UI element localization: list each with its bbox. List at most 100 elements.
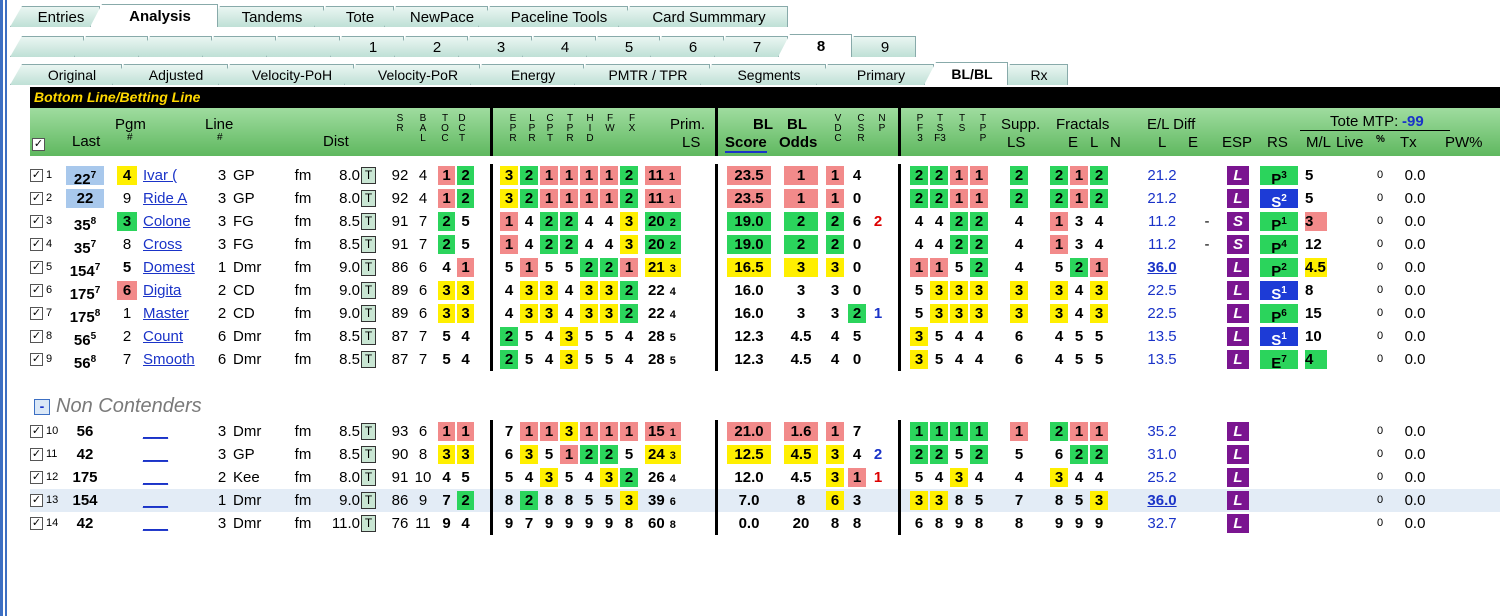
row-checkbox[interactable]: ✓ <box>30 517 43 530</box>
t-box[interactable]: T <box>361 167 376 184</box>
tab-adjusted[interactable]: Adjusted <box>112 64 228 85</box>
row-checkbox[interactable]: ✓ <box>30 448 43 461</box>
horse-name-link[interactable]: Cross <box>143 235 205 254</box>
tab-race-blank[interactable] <box>202 36 276 57</box>
tab-analysis[interactable]: Analysis <box>90 4 218 27</box>
tab-race-4[interactable]: 4 <box>522 36 596 57</box>
tab-energy[interactable]: Energy <box>470 64 584 85</box>
t-box[interactable]: T <box>361 213 376 230</box>
row-checkbox[interactable]: ✓ <box>30 169 43 182</box>
table-row[interactable]: ✓ 3 358 3 Colone 3 FG fm 8.5 T 91 7 2 5 1 4 2 2 4 4 3 20 2 19.0… <box>30 210 1500 234</box>
row-checkbox[interactable]: ✓ <box>30 471 43 484</box>
horse-name-link[interactable]: Master <box>143 304 205 323</box>
tab-original[interactable]: Original <box>10 64 122 85</box>
row-checkbox[interactable]: ✓ <box>30 284 43 297</box>
header-last: Last <box>72 133 101 150</box>
tab-velocity-por[interactable]: Velocity-PoR <box>344 64 480 85</box>
table-row[interactable]: ✓ 4 357 8 Cross 3 FG fm 8.5 T 91 7 2 5 1 4 2 2 4 4 3 20 2 19.0 2… <box>30 233 1500 257</box>
row-checkbox[interactable]: ✓ <box>30 425 43 438</box>
tab-race-blank[interactable] <box>74 36 148 57</box>
select-all-checkbox[interactable]: ✓ <box>32 138 45 151</box>
tab-race-2[interactable]: 2 <box>394 36 468 57</box>
table-row[interactable]: ✓ 11 42 ___ 3 GP fm 8.5 T 90 8 3 3 6 3 5 1 2 2 5 24 3 12.5 4.5 3… <box>30 443 1500 466</box>
row-checkbox[interactable]: ✓ <box>30 238 43 251</box>
horse-name-link[interactable]: ___ <box>143 468 205 487</box>
tab-card-summmary[interactable]: Card Summmary <box>618 6 788 27</box>
tab-entries[interactable]: Entries <box>10 6 100 27</box>
t-box[interactable]: T <box>361 236 376 253</box>
table-row[interactable]: ✓ 9 568 7 Smooth 6 Dmr fm 8.5 T 87 7 5 4 2 5 4 3 5 5 4 28 5 12.… <box>30 348 1500 372</box>
tab-race-8[interactable]: 8 <box>778 34 852 57</box>
horse-name-link[interactable]: Colone <box>143 212 205 231</box>
t-box[interactable]: T <box>361 446 376 463</box>
tab-velocity-poh[interactable]: Velocity-PoH <box>218 64 354 85</box>
tab-pmtr-tpr[interactable]: PMTR / TPR <box>574 64 710 85</box>
row-checkbox[interactable]: ✓ <box>30 215 43 228</box>
table-row[interactable]: ✓ 14 42 ___ 3 Dmr fm 11.0 T 76 11 9 4 9 7 9 9 9 9 8 60 8 0.0 20… <box>30 512 1500 535</box>
tab-bl-bl[interactable]: BL/BL <box>924 62 1008 85</box>
t-box[interactable]: T <box>361 328 376 345</box>
tab-race-blank[interactable] <box>266 36 340 57</box>
fractal-rank: 1 <box>1070 422 1088 441</box>
table-row[interactable]: ✓ 5 1547 5 Domest 1 Dmr fm 9.0 T 86 6 4 1 5 1 5 5 2 2 1 21 3 16… <box>30 256 1500 280</box>
horse-name-link[interactable]: ___ <box>143 514 205 533</box>
table-row[interactable]: ✓ 8 565 2 Count 6 Dmr fm 8.5 T 87 7 5 4 2 5 4 3 5 5 4 28 5 12.3… <box>30 325 1500 349</box>
pace-rank: 4 <box>974 328 984 345</box>
horse-name-link[interactable]: ___ <box>143 445 205 464</box>
table-row[interactable]: ✓ 12 175 ___ 2 Kee fm 8.0 T 91 10 4 5 5 4 3 5 4 3 2 26 4 12.0 4… <box>30 466 1500 489</box>
tab-race-7[interactable]: 7 <box>714 36 788 57</box>
t-box[interactable]: T <box>361 492 376 509</box>
collapse-button[interactable]: - <box>34 398 50 415</box>
table-row[interactable]: ✓ 10 56 ___ 3 Dmr fm 8.5 T 93 6 1 1 7 1 1 3 1 1 1 15 1 21.0 1.6… <box>30 420 1500 443</box>
dct-value: 3 <box>457 445 474 464</box>
horse-name-link[interactable]: Digita <box>143 281 205 300</box>
tab-primary[interactable]: Primary <box>816 64 934 85</box>
tab-race-9[interactable]: 9 <box>842 36 916 57</box>
tab-race-blank[interactable] <box>10 36 84 57</box>
tab-newpace[interactable]: NewPace <box>384 6 488 27</box>
tab-race-6[interactable]: 6 <box>650 36 724 57</box>
horse-name-link[interactable]: ___ <box>143 491 205 510</box>
tab-paceline-tools[interactable]: Paceline Tools <box>478 6 628 27</box>
table-row[interactable]: ✓ 13 154 ___ 1 Dmr fm 9.0 T 86 9 7 2 8 2 8 8 5 5 3 39 6 7.0 8 6 3… <box>30 489 1500 512</box>
factor-rank: 2 <box>520 166 538 185</box>
horse-name-link[interactable]: Count <box>143 327 205 346</box>
row-checkbox[interactable]: ✓ <box>30 330 43 343</box>
live-odds: 0 <box>1376 192 1384 204</box>
tab-segments[interactable]: Segments <box>700 64 826 85</box>
tab-race-blank[interactable] <box>138 36 212 57</box>
horse-name-link[interactable]: ___ <box>143 422 205 441</box>
fractal-rank: 5 <box>1094 328 1104 345</box>
horse-name-link[interactable]: Ride A <box>143 189 205 208</box>
horse-name-link[interactable]: Ivar ( <box>143 166 205 185</box>
t-box[interactable]: T <box>361 259 376 276</box>
row-checkbox[interactable]: ✓ <box>30 353 43 366</box>
t-box[interactable]: T <box>361 305 376 322</box>
row-checkbox[interactable]: ✓ <box>30 494 43 507</box>
horse-name-link[interactable]: Smooth <box>143 350 205 369</box>
track-code: FG <box>233 236 254 253</box>
table-row[interactable]: ✓ 1 227 4 Ivar (3 GP fm 8.0 T 92 4 1 2 3 2 1 1 1 1 2 11 1 23.5… <box>30 164 1500 188</box>
header-pf: P F 3 <box>916 113 924 144</box>
horse-name-link[interactable]: Domest <box>143 258 205 277</box>
tab-tandems[interactable]: Tandems <box>208 6 324 27</box>
tab-race-3[interactable]: 3 <box>458 36 532 57</box>
tab-race-5[interactable]: 5 <box>586 36 660 57</box>
primary-ls-cell: 39 6 <box>645 491 681 510</box>
t-box[interactable]: T <box>361 423 376 440</box>
column-separator <box>490 164 493 371</box>
tab-rx[interactable]: Rx <box>998 64 1068 85</box>
row-checkbox[interactable]: ✓ <box>30 261 43 274</box>
tab-tote[interactable]: Tote <box>314 6 394 27</box>
row-checkbox[interactable]: ✓ <box>30 192 43 205</box>
t-box[interactable]: T <box>361 515 376 532</box>
table-row[interactable]: ✓ 6 1757 6 Digita 2 CD fm 9.0 T 89 6 3 3 4 3 3 4 3 3 2 22 4 16.… <box>30 279 1500 303</box>
table-row[interactable]: ✓ 2 22 9 Ride A 3 GP fm 8.0 T 92 4 1 2 3 2 1 1 1 1 2 11 1 23.5 1… <box>30 187 1500 211</box>
table-row[interactable]: ✓ 7 1758 1 Master 2 CD fm 9.0 T 89 6 3 3 4 3 3 4 3 3 2 22 4 16.… <box>30 302 1500 326</box>
t-box[interactable]: T <box>361 469 376 486</box>
tab-race-1[interactable]: 1 <box>330 36 404 57</box>
t-box[interactable]: T <box>361 282 376 299</box>
t-box[interactable]: T <box>361 190 376 207</box>
t-box[interactable]: T <box>361 351 376 368</box>
row-checkbox[interactable]: ✓ <box>30 307 43 320</box>
